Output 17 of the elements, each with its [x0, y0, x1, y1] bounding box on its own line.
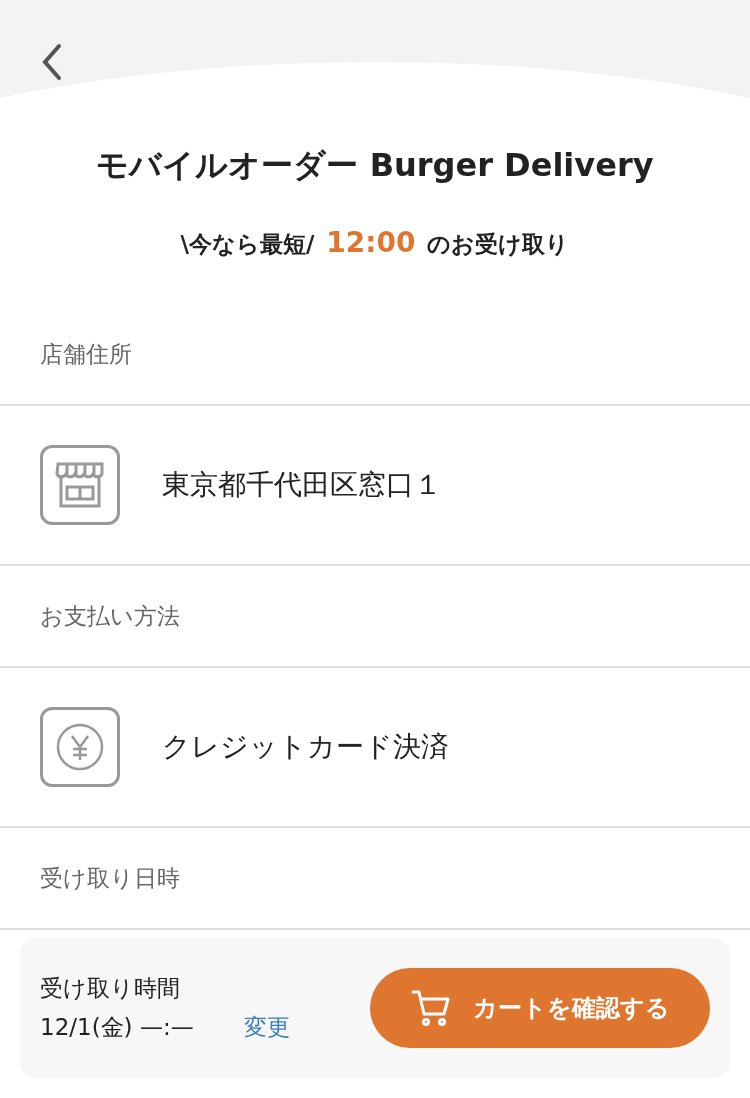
cart-button[interactable]: カートを確認する: [370, 968, 710, 1048]
promo-text: \今なら最短/: [180, 230, 315, 259]
pickup-label: 受け取り時間: [40, 974, 181, 1003]
section-label: 店舗住所: [40, 339, 132, 369]
back-icon: [41, 43, 63, 81]
store-icon: [40, 445, 120, 525]
section-value: クレジットカード決済: [162, 729, 449, 765]
change-link[interactable]: 変更: [243, 1012, 290, 1043]
yen-icon: [40, 707, 120, 787]
pickup-value: 12/1(金) —:—: [40, 1013, 194, 1042]
page-title: モバイルオーダー Burger Delivery: [95, 145, 655, 186]
section-label: お支払い方法: [40, 601, 180, 631]
cart-icon: [410, 988, 451, 1028]
section-label: 受け取り日時: [40, 863, 180, 893]
pickup-time: 12:00: [326, 226, 416, 259]
section-value: 東京都千代田区窓口１: [162, 467, 442, 503]
promo-text: のお受け取り: [427, 230, 570, 259]
